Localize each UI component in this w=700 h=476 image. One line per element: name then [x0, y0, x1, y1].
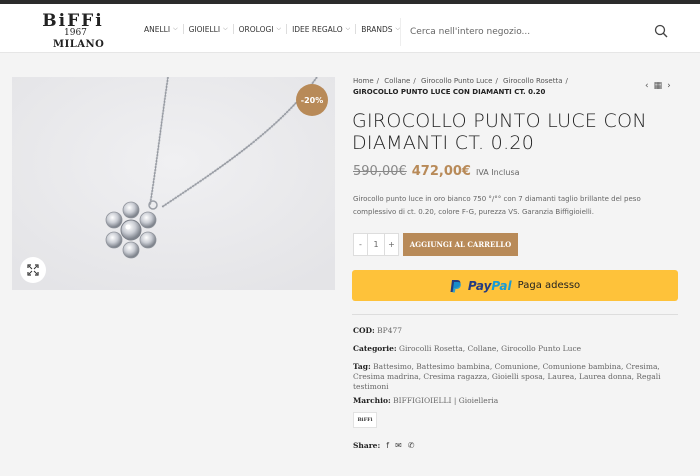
necklace-image: [12, 77, 335, 290]
chevron-left-icon[interactable]: ‹: [645, 81, 649, 91]
brand-row: Marchio: BIFFIGIOIELLI | Gioielleria: [353, 396, 499, 405]
paypal-label: Paga adesso: [517, 280, 581, 291]
qty-input[interactable]: 1: [367, 234, 385, 255]
breadcrumb-current: GIROCOLLO PUNTO LUCE CON DIAMANTI CT. 0.…: [353, 88, 546, 96]
facebook-icon[interactable]: f: [386, 441, 389, 450]
breadcrumb-link-rosetta[interactable]: Girocollo Rosetta: [503, 77, 562, 85]
brand-logo[interactable]: BiFFi: [353, 412, 377, 428]
chevron-right-icon[interactable]: ›: [667, 81, 671, 91]
zoom-button[interactable]: [20, 257, 46, 283]
nav-item-orologi[interactable]: OROLOGI ⌵: [232, 24, 286, 34]
chevron-down-icon: ⌵: [345, 25, 351, 32]
qty-minus-button[interactable]: -: [354, 234, 367, 255]
email-icon[interactable]: ✉: [395, 441, 402, 450]
site-header: BiFFi 1967 MILANO ANELLI ⌵ GIOIELLI ⌵ OROL…: [0, 4, 700, 53]
categories-row: Categorie: Girocolli Rosetta, Collane, G…: [353, 344, 582, 353]
breadcrumb: Home / Collane / Girocollo Punto Luce / Gir…: [353, 76, 643, 98]
search-icon[interactable]: [654, 24, 668, 38]
grid-icon[interactable]: ▦: [654, 81, 663, 91]
tags-row: Tag: Battesimo, Battesimo bambina, Comun…: [353, 362, 661, 391]
breadcrumb-link-collane[interactable]: Collane: [384, 77, 410, 85]
logo-city: MILANO: [53, 39, 105, 50]
expand-icon: [27, 264, 39, 276]
product-title: GIROCOLLO PUNTO LUCE CON DIAMANTI CT. 0.…: [352, 110, 647, 154]
tags-links[interactable]: Battesimo, Battesimo bambina, Comunione,…: [353, 362, 661, 391]
breadcrumb-link-punto-luce[interactable]: Girocollo Punto Luce: [421, 77, 493, 85]
share-label: Share:: [353, 441, 381, 450]
chevron-down-icon: ⌵: [173, 25, 178, 32]
sale-price: 472,00€: [411, 164, 471, 179]
main-nav: ANELLI ⌵ GIOIELLI ⌵ OROLOGI ⌵ IDEE REGALO ⌵ …: [144, 24, 405, 34]
categories-links[interactable]: Girocolli Rosetta, Collane, Girocollo Pu…: [399, 344, 581, 353]
nav-item-anelli[interactable]: ANELLI ⌵: [144, 24, 183, 34]
search-input[interactable]: [410, 23, 640, 41]
sku-row: COD: BP477: [353, 326, 403, 335]
nav-item-brands[interactable]: BRANDS ⌵: [355, 24, 405, 34]
vat-label: IVA Inclusa: [475, 168, 520, 177]
divider: [352, 314, 678, 315]
product-navigation: ‹ ▦ ›: [645, 81, 671, 91]
product-price: 590,00€ 472,00€ IVA Inclusa: [353, 164, 520, 179]
old-price: 590,00€: [353, 164, 407, 179]
site-logo[interactable]: BiFFi 1967 MILANO: [38, 12, 108, 52]
product-image[interactable]: [12, 77, 335, 290]
share-row: Share: f ✉ ✆: [353, 441, 414, 450]
paypal-button[interactable]: PayPal Paga adesso: [352, 270, 678, 301]
add-to-cart-button[interactable]: AGGIUNGI AL CARRELLO: [403, 233, 518, 256]
brand-link[interactable]: BIFFIGIOIELLI | Gioielleria: [393, 396, 498, 405]
chevron-down-icon: ⌵: [276, 25, 282, 32]
logo-year: 1967: [64, 28, 87, 38]
quantity-stepper: - 1 +: [353, 233, 399, 256]
discount-badge: -20%: [296, 84, 328, 116]
whatsapp-icon[interactable]: ✆: [408, 441, 415, 450]
product-description: Girocollo punto luce in oro bianco 750 °…: [353, 195, 641, 216]
qty-plus-button[interactable]: +: [385, 234, 398, 255]
breadcrumb-link-home[interactable]: Home: [353, 77, 374, 85]
paypal-logo: PayPal: [467, 278, 512, 293]
paypal-icon: [450, 279, 461, 292]
search-bar: [400, 18, 680, 46]
nav-item-gioielli[interactable]: GIOIELLI ⌵: [182, 24, 233, 34]
sku-value: BP477: [377, 326, 403, 335]
chevron-down-icon: ⌵: [223, 25, 228, 32]
nav-item-idee-regalo[interactable]: IDEE REGALO ⌵: [286, 24, 355, 34]
